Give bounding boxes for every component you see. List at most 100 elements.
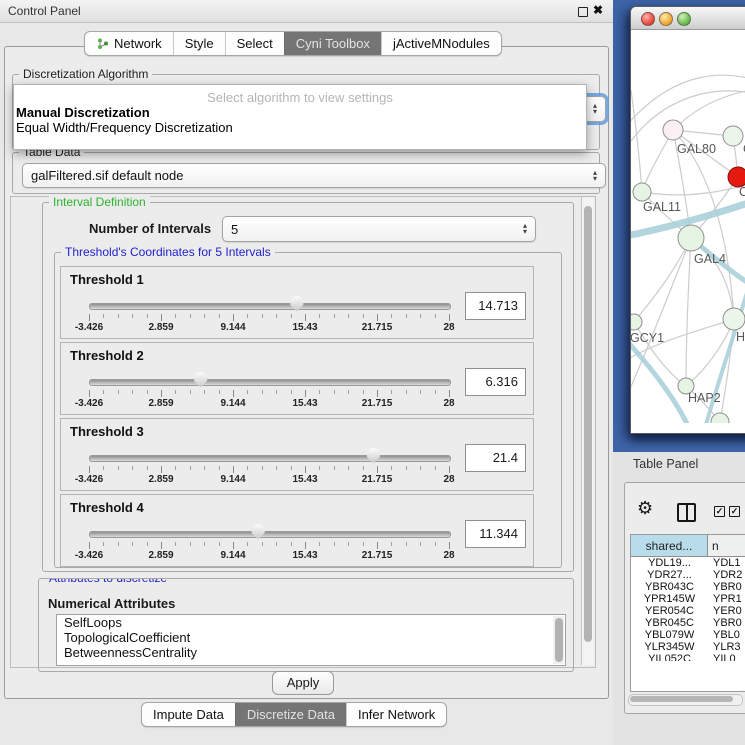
dropdown-option-equal-width-frequency[interactable]: Equal Width/Frequency Discretization <box>14 120 586 135</box>
threshold-panel-1: Threshold 1-3.4262.8599.14415.4321.71528… <box>60 266 534 339</box>
tab-infer-network[interactable]: Infer Network <box>346 703 446 726</box>
tab-cyni-toolbox[interactable]: Cyni Toolbox <box>284 32 381 55</box>
checkbox-icon[interactable]: ✓ <box>714 506 725 517</box>
close-icon[interactable]: ✖ <box>593 3 603 17</box>
network-edge[interactable] <box>686 238 691 386</box>
table-row[interactable]: YPR145WYPR1 <box>631 593 745 605</box>
threshold-label: Threshold 2 <box>70 348 144 363</box>
table-row[interactable]: YBL079WYBL0 <box>631 629 745 641</box>
vertical-scrollbar[interactable] <box>581 197 594 665</box>
scale-label: 9.144 <box>220 550 245 561</box>
dropdown-placeholder: Select algorithm to view settings <box>14 90 586 105</box>
scale-label: 9.144 <box>220 322 245 333</box>
table-row[interactable]: YBR043CYBR0 <box>631 581 745 593</box>
node-attribute-table[interactable]: shared... n YDL19...YDL1YDR27...YDR2YBR0… <box>630 534 745 692</box>
network-icon <box>96 37 109 50</box>
threshold-label: Threshold 3 <box>70 424 144 439</box>
network-edge[interactable] <box>691 238 734 319</box>
slider-track[interactable] <box>89 303 451 310</box>
threshold-value-input[interactable]: 11.344 <box>465 520 526 548</box>
minimize-traffic-light[interactable] <box>659 12 673 26</box>
scale-label: 21.715 <box>362 398 393 409</box>
dropdown-option-manual-discretization[interactable]: Manual Discretization <box>14 105 586 120</box>
table-row[interactable]: YDR27...YDR2 <box>631 569 745 581</box>
attribute-item[interactable]: TopologicalCoefficient <box>57 630 565 645</box>
table-header: shared... n <box>631 535 745 557</box>
table-row[interactable]: YBR045CYBR0 <box>631 617 745 629</box>
table-row[interactable]: YLR345WYLR3 <box>631 641 745 653</box>
control-panel-titlebar: Control Panel ✖ <box>0 0 613 23</box>
scale-label: 15.43 <box>292 550 317 561</box>
network-node[interactable] <box>678 225 704 251</box>
scale-label: 15.43 <box>292 322 317 333</box>
stepper-arrows-icon: ▴▾ <box>593 103 597 115</box>
slider-track[interactable] <box>89 531 451 538</box>
scale-label: 28 <box>443 322 454 333</box>
cyni-bottom-tabs: Impute DataDiscretize DataInfer Network <box>141 702 447 727</box>
network-node[interactable] <box>728 167 745 187</box>
table-row[interactable]: YER054CYER0 <box>631 605 745 617</box>
network-view-window: GAL80GACGAL11GAL4GCY1HHAP2 <box>630 6 745 434</box>
network-node[interactable] <box>631 314 642 330</box>
network-node[interactable] <box>723 308 745 330</box>
column-header-name[interactable]: n <box>708 535 745 557</box>
table-data-select[interactable]: galFiltered.sif default node ▴▾ <box>22 163 606 188</box>
column-header-shared-name[interactable]: shared... <box>631 535 708 557</box>
node-label: GAL4 <box>694 252 726 266</box>
control-panel-tabs: NetworkStyleSelectCyni ToolboxjActiveMNo… <box>84 31 502 56</box>
scale-label: -3.426 <box>75 550 103 561</box>
horizontal-scrollbar[interactable] <box>628 694 743 706</box>
scale-label: 21.715 <box>362 550 393 561</box>
network-node[interactable] <box>723 126 743 146</box>
control-panel: Control Panel ✖ Discretization Algorithm… <box>0 0 613 745</box>
table-row[interactable]: YIL052CYIL0 <box>631 653 745 661</box>
group-label: Discretization Algorithm <box>19 67 152 81</box>
scale-label: 15.43 <box>292 398 317 409</box>
number-of-intervals-select[interactable]: 5 ▴▾ <box>222 216 536 242</box>
gear-icon[interactable]: ⚙ <box>637 498 653 519</box>
close-traffic-light[interactable] <box>641 12 655 26</box>
group-label: Interval Definition <box>49 195 150 209</box>
scrollbar-thumb[interactable] <box>555 618 563 662</box>
threshold-value-input[interactable]: 6.316 <box>465 368 526 396</box>
node-label: H <box>736 330 745 344</box>
tab-impute-data[interactable]: Impute Data <box>142 703 235 726</box>
table-rows: YDL19...YDL1YDR27...YDR2YBR043CYBR0YPR14… <box>631 557 745 661</box>
scale-label: 9.144 <box>220 398 245 409</box>
tab-discretize-data[interactable]: Discretize Data <box>235 703 346 726</box>
attribute-item[interactable]: BetweennessCentrality <box>57 645 565 660</box>
tab-network[interactable]: Network <box>85 32 173 55</box>
threshold-value-input[interactable]: 14.713 <box>465 292 526 320</box>
network-window-titlebar <box>631 7 745 30</box>
numerical-attributes-list[interactable]: SelfLoopsTopologicalCoefficientBetweenne… <box>56 614 566 666</box>
tab-jactivemnodules[interactable]: jActiveMNodules <box>381 32 501 55</box>
attribute-item[interactable]: SelfLoops <box>57 615 565 630</box>
slider-track[interactable] <box>89 379 451 386</box>
checkbox-icon[interactable]: ✓ <box>729 506 740 517</box>
scale-label: 28 <box>443 398 454 409</box>
node-label: C <box>739 185 745 199</box>
threshold-value-input[interactable]: 21.4 <box>465 444 526 472</box>
network-edge[interactable] <box>673 88 745 130</box>
tab-select[interactable]: Select <box>225 32 284 55</box>
network-node[interactable] <box>663 120 683 140</box>
scrollbar-thumb[interactable] <box>584 206 592 642</box>
network-edge[interactable] <box>631 75 745 126</box>
scrollbar-thumb[interactable] <box>630 696 733 702</box>
network-edge[interactable] <box>631 90 642 192</box>
network-node[interactable] <box>633 183 651 201</box>
node-label: GCY1 <box>631 331 664 345</box>
number-of-intervals-label: Number of Intervals <box>89 221 211 236</box>
apply-button[interactable]: Apply <box>272 671 334 695</box>
table-row[interactable]: YDL19...YDL1 <box>631 557 745 569</box>
tab-style[interactable]: Style <box>173 32 225 55</box>
split-view-icon[interactable] <box>677 503 696 522</box>
panel-title: Control Panel <box>8 4 81 18</box>
float-icon[interactable] <box>578 7 588 17</box>
slider-track[interactable] <box>89 455 451 462</box>
scale-label: 2.859 <box>148 398 173 409</box>
scale-label: 2.859 <box>148 322 173 333</box>
zoom-traffic-light[interactable] <box>677 12 691 26</box>
list-scrollbar[interactable] <box>553 616 564 664</box>
network-canvas[interactable]: GAL80GACGAL11GAL4GCY1HHAP2 <box>631 30 745 423</box>
